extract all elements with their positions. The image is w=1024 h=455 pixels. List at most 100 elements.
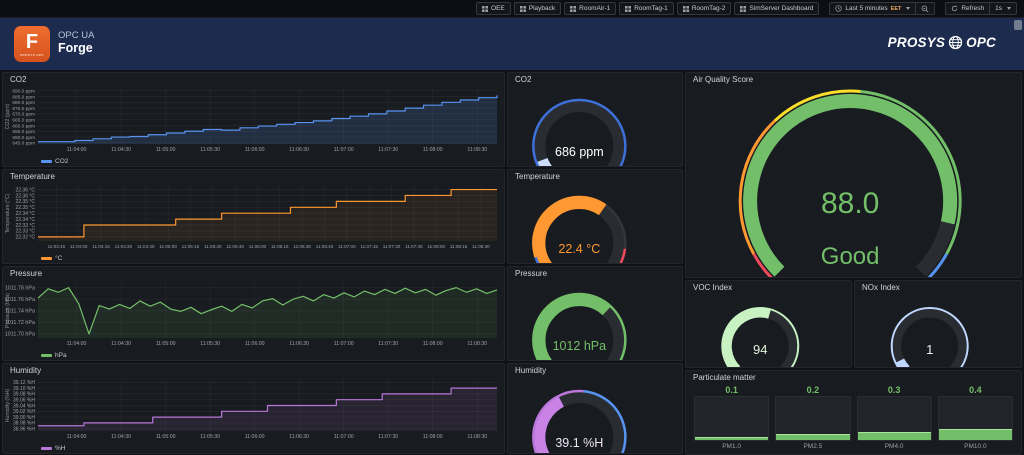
panel-title-humidity-gauge[interactable]: Humidity (508, 364, 682, 377)
time-range-picker[interactable]: Last 5 minutes EET (830, 3, 915, 14)
svg-text:11:06:45: 11:06:45 (316, 244, 334, 249)
svg-text:11:05:00: 11:05:00 (156, 434, 176, 440)
svg-text:650.0 ppm: 650.0 ppm (12, 135, 35, 141)
app-name-line2: Forge (58, 41, 93, 55)
dashboard-grid-icon (625, 5, 632, 12)
legend-temperature[interactable]: °C (41, 255, 62, 262)
temperature-gauge: 22.4 °C (508, 183, 682, 263)
chevron-down-icon (1007, 7, 1011, 10)
panel-title-air-quality[interactable]: Air Quality Score (686, 73, 1021, 86)
forge-logo-letter: F (25, 30, 39, 53)
dashboard-link-label: RoomAir-1 (579, 5, 611, 12)
svg-text:11:07:00: 11:07:00 (334, 434, 354, 440)
pm-label: PM4.0 (884, 442, 904, 450)
dashboard-link-button[interactable]: Playback (513, 2, 562, 15)
refresh-button[interactable]: Refresh (946, 3, 989, 14)
svg-text:11:07:30: 11:07:30 (383, 244, 401, 249)
legend-co2[interactable]: CO2 (41, 158, 68, 165)
pm-label: PM1.0 (722, 442, 742, 450)
svg-text:22.32 °C: 22.32 °C (15, 235, 35, 241)
panel-title-pressure[interactable]: Pressure (3, 267, 504, 280)
legend-pressure[interactable]: hPa (41, 352, 67, 359)
svg-text:Humidity (%H): Humidity (%H) (5, 389, 11, 423)
pressure-gauge: 1012 hPa (508, 280, 682, 360)
svg-text:11:07:30: 11:07:30 (378, 341, 398, 347)
panel-title-nox[interactable]: NOx Index (855, 281, 1021, 294)
svg-text:11:08:30: 11:08:30 (467, 147, 487, 153)
pm-label: PM2.5 (803, 442, 823, 450)
temperature-chart[interactable]: 22.36 °C 22.36 °C 22.35 °C 22.35 °C 22.34 °C… (4, 183, 502, 250)
svg-text:11:08:00: 11:08:00 (423, 341, 443, 347)
svg-text:CO2 (ppm): CO2 (ppm) (5, 103, 11, 129)
panel-pressure-timeseries: Pressure 1011.78 hPa 1011.76 hPa 1011.74 h… (2, 266, 505, 361)
forge-logo: F PROSYS OPC (14, 26, 50, 62)
dashboard-link-label: SimServer Dashboard (749, 5, 814, 12)
zoom-out-button[interactable] (916, 3, 934, 14)
svg-text:11:08:00: 11:08:00 (427, 244, 445, 249)
svg-text:1011.70 hPa: 1011.70 hPa (5, 332, 35, 338)
panel-co2-gauge: CO2 686 ppm (507, 72, 683, 167)
panel-particulate-matter: Particulate matter 0.1 PM1.0 0.2 PM2.5 0.3 PM… (685, 370, 1022, 455)
panel-title-pressure-gauge[interactable]: Pressure (508, 267, 682, 280)
svg-text:11:07:30: 11:07:30 (378, 147, 398, 153)
svg-text:680.0 ppm: 680.0 ppm (12, 100, 35, 106)
dashboard-link-button[interactable]: OEE (476, 2, 511, 15)
humidity-chart[interactable]: 39.12 %H 39.10 %H 39.08 %H 39.06 %H 39.04 %H… (4, 377, 502, 440)
panel-co2-timeseries: CO2 690.0 ppm 685.0 ppm 680.0 ppm 675.0 ppm… (2, 72, 505, 167)
panel-air-quality-score: Air Quality Score 88.0 Good (685, 72, 1022, 278)
svg-text:11:08:15: 11:08:15 (450, 244, 468, 249)
panel-title-temperature-gauge[interactable]: Temperature (508, 170, 682, 183)
dashboard-link-button[interactable]: RoomTag-2 (676, 2, 732, 15)
dashboard-grid-icon (519, 5, 526, 12)
legend-label: °C (55, 255, 63, 262)
svg-text:11:06:00: 11:06:00 (245, 341, 265, 347)
panel-title-temperature[interactable]: Temperature (3, 170, 504, 183)
time-picker-group: Last 5 minutes EET (829, 2, 936, 15)
panel-title-humidity[interactable]: Humidity (3, 364, 504, 377)
svg-text:11:07:00: 11:07:00 (334, 147, 354, 153)
svg-text:11:04:30: 11:04:30 (111, 341, 131, 347)
svg-text:11:05:00: 11:05:00 (156, 147, 176, 153)
svg-text:11:06:30: 11:06:30 (289, 147, 309, 153)
brand-text-prosys: PROSYS (887, 35, 946, 50)
dashboard-link-button[interactable]: SimServer Dashboard (734, 2, 820, 15)
dashboard-grid-icon (570, 5, 577, 12)
refresh-interval-picker[interactable]: 1s (990, 3, 1016, 14)
chevron-down-icon (906, 7, 911, 10)
panel-nox-index: NOx Index 1 (854, 280, 1022, 368)
header: F PROSYS OPC OPC UA Forge PROSYS OPC (0, 18, 1024, 70)
dashboard-link-button[interactable]: RoomAir-1 (564, 2, 617, 15)
svg-text:Pressure (hPa): Pressure (hPa) (5, 293, 11, 328)
panel-title-co2[interactable]: CO2 (3, 73, 504, 86)
panel-title-voc[interactable]: VOC Index (686, 281, 851, 294)
refresh-label: Refresh (961, 5, 985, 12)
legend-label: hPa (55, 352, 67, 359)
air-quality-gauge: 88.0 Good (686, 86, 1021, 277)
legend-swatch (41, 447, 52, 450)
svg-text:11:04:45: 11:04:45 (137, 244, 155, 249)
svg-text:11:05:15: 11:05:15 (182, 244, 200, 249)
pressure-chart[interactable]: 1011.78 hPa 1011.76 hPa 1011.74 hPa 1011.72… (4, 280, 502, 347)
svg-text:94: 94 (753, 342, 767, 357)
svg-text:39.1 %H: 39.1 %H (555, 436, 603, 450)
svg-text:11:04:30: 11:04:30 (115, 244, 133, 249)
legend-label: %H (55, 445, 66, 452)
panel-title-co2-gauge[interactable]: CO2 (508, 73, 682, 86)
pm-bar (937, 396, 1013, 441)
svg-text:11:07:15: 11:07:15 (360, 244, 378, 249)
svg-text:Temperature (°C): Temperature (°C) (5, 193, 11, 233)
pm-bar-fill (938, 428, 1012, 440)
co2-chart[interactable]: 690.0 ppm 685.0 ppm 680.0 ppm 675.0 ppm 670.… (4, 86, 502, 153)
timezone-badge: EET (890, 5, 902, 12)
legend-humidity[interactable]: %H (41, 445, 65, 452)
panel-title-particulate[interactable]: Particulate matter (686, 371, 1021, 384)
pm-bar-gauge: 0.4 PM10.0 (937, 385, 1013, 451)
dashboard-link-button[interactable]: RoomTag-1 (619, 2, 674, 15)
dashboard-link-label: RoomTag-1 (634, 5, 668, 12)
app-name-line1: OPC UA (58, 30, 95, 41)
svg-text:11:05:30: 11:05:30 (200, 434, 220, 440)
co2-gauge: 686 ppm (508, 86, 682, 166)
pm-bar-gauge: 0.1 PM1.0 (694, 385, 770, 451)
app-name: OPC UA Forge (58, 30, 94, 55)
svg-text:88.0: 88.0 (821, 187, 879, 220)
